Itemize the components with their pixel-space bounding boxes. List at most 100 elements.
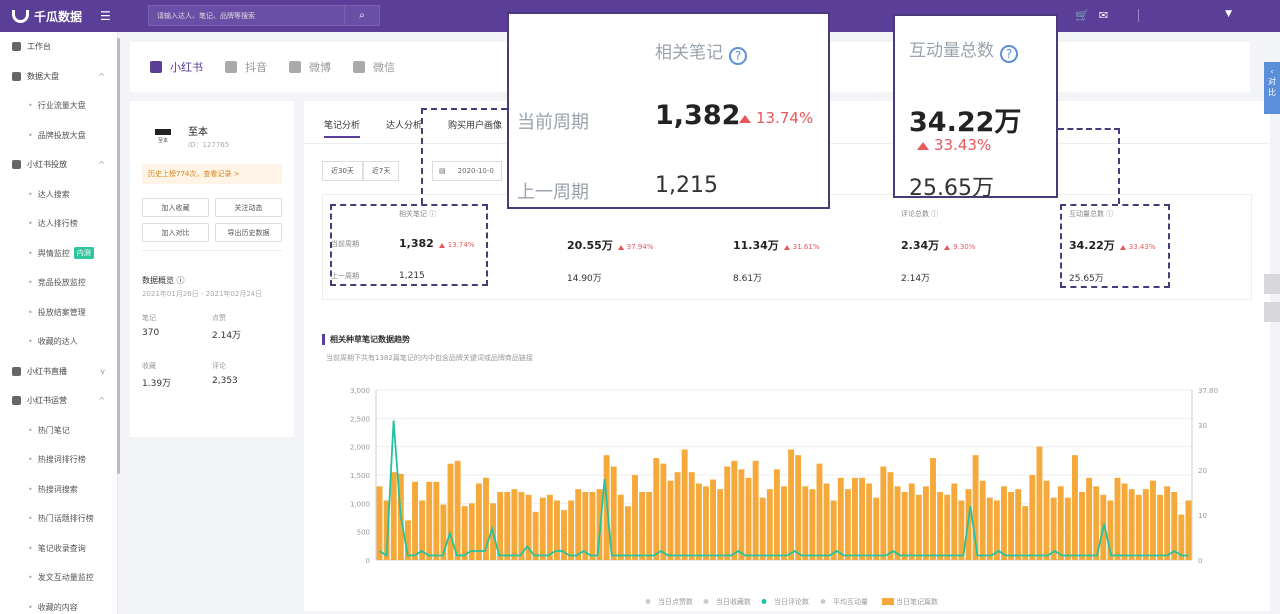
mail-icon[interactable]: ✉: [1099, 9, 1108, 22]
add-compare-button[interactable]: 加入对比: [142, 223, 209, 242]
menu-toggle-icon[interactable]: ☰: [100, 9, 111, 23]
back-top-float-icon[interactable]: [1264, 302, 1280, 322]
sidebar-item[interactable]: 热搜词排行榜: [0, 445, 117, 475]
compare-float-button[interactable]: ‹ 对比: [1264, 62, 1280, 114]
logo-mark-icon: [12, 9, 29, 23]
sidebar-item[interactable]: 竞品投放监控: [0, 268, 117, 298]
bar: [795, 455, 802, 560]
export-history-button[interactable]: 导出历史数据: [215, 223, 282, 242]
range-7d-button[interactable]: 近7天: [362, 161, 400, 181]
zoom-callout-notes: 相关笔记? 当前周期 1,382 13.74% 上一周期 1,215: [507, 12, 830, 209]
sidebar-item[interactable]: 行业流量大盘: [0, 91, 117, 121]
legend-swatch: [703, 599, 709, 604]
bar: [639, 492, 646, 560]
sidebar-item[interactable]: 数据大盘 ^: [0, 62, 117, 92]
platform-tab[interactable]: 抖音: [225, 59, 267, 75]
chevron-icon[interactable]: ^: [98, 396, 105, 405]
metric-change: 37.94%: [617, 243, 654, 251]
sidebar-item[interactable]: 热搜词搜索: [0, 475, 117, 505]
help-icon[interactable]: ?: [729, 46, 747, 65]
stat-label: 收藏: [142, 362, 156, 370]
sidebar-item-label: 小红书运营: [27, 396, 67, 406]
bar: [752, 460, 759, 560]
sidebar-scrollbar[interactable]: [117, 38, 120, 474]
bar: [390, 472, 397, 560]
sidebar-item[interactable]: 投放结案管理: [0, 298, 117, 328]
top-divider: [1138, 9, 1140, 22]
sidebar-item-label: 小红书投放: [27, 160, 67, 170]
follow-updates-button[interactable]: 关注动态: [215, 198, 282, 217]
y-tick-right: 30: [1198, 422, 1207, 430]
range-30d-button[interactable]: 近30天: [322, 161, 363, 181]
add-favorite-button[interactable]: 加入收藏: [142, 198, 209, 217]
metric-value-text: 20.55万: [567, 239, 613, 252]
zoom-interaction-pct-text: 33.43%: [934, 136, 992, 154]
bar: [724, 466, 731, 560]
bar: [894, 486, 901, 560]
sidebar-item[interactable]: 发文互动量监控: [0, 563, 117, 593]
sidebar-item[interactable]: 收藏的内容: [0, 593, 117, 614]
bar: [944, 494, 951, 560]
metric-change-text: 9.30%: [953, 243, 976, 251]
y-tick-left: 2,000: [350, 444, 370, 452]
stat-value: 2.14万: [212, 331, 242, 341]
history-record-link[interactable]: 历史上榜774次，查看记录 >: [142, 164, 282, 184]
brand-logo: 至本: [148, 126, 178, 148]
bar: [759, 497, 766, 560]
metric-value-text: 2.34万: [901, 239, 940, 252]
user-menu-caret-icon[interactable]: ▼: [1225, 9, 1232, 22]
sidebar-item[interactable]: 工作台: [0, 32, 117, 62]
sidebar-item[interactable]: 小红书投放 ^: [0, 150, 117, 180]
app-logo[interactable]: 千瓜数据: [12, 8, 82, 25]
search-button[interactable]: ⌕: [344, 5, 380, 26]
bar: [930, 458, 936, 560]
sidebar-item-label: 热搜词排行榜: [37, 455, 86, 465]
bar: [986, 497, 993, 560]
sidebar-item[interactable]: 舆情监控内测: [0, 239, 117, 269]
bar: [447, 463, 454, 560]
sidebar-item[interactable]: 达人搜索: [0, 180, 117, 210]
platform-label: 小红书: [170, 61, 203, 74]
bar: [1064, 497, 1071, 560]
bar: [532, 511, 539, 560]
chevron-icon[interactable]: v: [100, 367, 105, 376]
chevron-icon[interactable]: ^: [98, 160, 105, 169]
sidebar-item[interactable]: 品牌投放大盘: [0, 121, 117, 151]
sidebar-item-badge: 内测: [73, 247, 94, 260]
sidebar-item[interactable]: 收藏的达人: [0, 327, 117, 357]
date-picker[interactable]: ▤ 2020-10-0: [432, 161, 502, 181]
bar: [674, 472, 681, 560]
sidebar-item[interactable]: 笔记收录查询: [0, 534, 117, 564]
qr-float-icon[interactable]: [1264, 274, 1280, 294]
metric-value: 11.34万 31.61%: [733, 237, 820, 253]
sidebar-item[interactable]: 达人排行榜: [0, 209, 117, 239]
sidebar-item[interactable]: 热门话题排行榜: [0, 504, 117, 534]
platform-tab[interactable]: 小红书: [150, 59, 203, 75]
platform-tab[interactable]: 微信: [353, 59, 395, 75]
tab-kol-analysis[interactable]: 达人分析: [386, 118, 422, 138]
sidebar-item[interactable]: 热门笔记: [0, 416, 117, 446]
platform-tab[interactable]: 微博: [289, 59, 331, 75]
tab-note-analysis[interactable]: 笔记分析: [324, 118, 361, 138]
sidebar-item-icon: [12, 160, 21, 170]
legend-swatch: [645, 599, 651, 604]
bar: [1185, 500, 1192, 560]
sidebar-item[interactable]: 小红书直播 v: [0, 357, 117, 387]
y-tick-left: 0: [366, 557, 370, 565]
search-input[interactable]: 请输入达人、笔记、品牌等搜索: [148, 5, 344, 26]
tab-buyer-profile[interactable]: 购买用户画像: [448, 118, 502, 138]
chevron-icon[interactable]: ^: [98, 72, 105, 81]
zoom-notes-prev: 1,215: [655, 173, 718, 198]
stat-likes: 点赞 2.14万: [212, 313, 282, 341]
sidebar-item[interactable]: 小红书运营 ^: [0, 386, 117, 416]
help-icon[interactable]: ?: [1000, 44, 1018, 63]
bar: [539, 497, 546, 560]
sidebar-item-icon: [12, 396, 21, 406]
sidebar-item-label: 工作台: [27, 42, 51, 52]
y-tick-left: 2,500: [350, 415, 370, 423]
platform-icon: [150, 61, 162, 73]
bar: [667, 480, 674, 560]
cart-icon[interactable]: 🛒: [1075, 9, 1089, 22]
zoom-notes-title-text: 相关笔记: [655, 43, 723, 63]
bar: [1142, 489, 1149, 560]
